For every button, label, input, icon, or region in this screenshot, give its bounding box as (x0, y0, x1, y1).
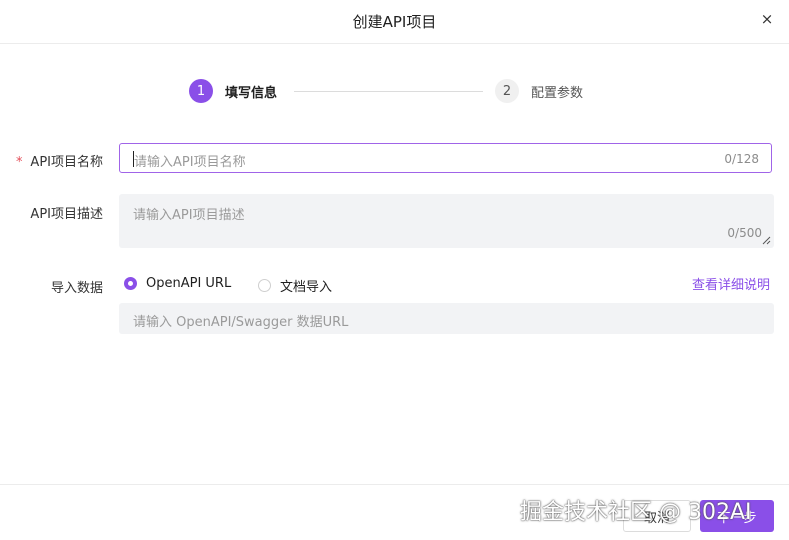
description-label: API项目描述 (30, 207, 103, 222)
radio-checked-icon (124, 277, 137, 290)
step-label: 填写信息 (225, 85, 278, 101)
radio-openapi-url[interactable]: OpenAPI URL (124, 276, 231, 291)
openapi-url-input[interactable]: 请输入 OpenAPI/Swagger 数据URL (119, 303, 774, 334)
radio-document-import[interactable]: 文档导入 (258, 276, 332, 295)
name-placeholder: 请输入API项目名称 (134, 155, 246, 170)
radio-label: OpenAPI URL (146, 276, 232, 291)
step-number: 1 (189, 79, 213, 103)
footer-divider (0, 484, 789, 485)
create-api-project-dialog: 创建API项目 × 1 填写信息 2 配置参数 * API项目名称 请输入API… (0, 0, 789, 540)
project-description-textarea[interactable]: 请输入API项目描述 0/500 (119, 194, 774, 248)
view-details-link[interactable]: 查看详细说明 (692, 274, 770, 293)
cancel-button[interactable]: 取消 (623, 500, 691, 532)
step-connector (294, 91, 483, 92)
description-char-counter: 0/500 (727, 226, 762, 240)
import-label: 导入数据 (50, 281, 103, 296)
project-name-input[interactable]: 请输入API项目名称 0/128 (119, 143, 772, 173)
next-step-button[interactable]: 下一步 (700, 500, 774, 532)
step-fill-info: 1 填写信息 (189, 79, 277, 103)
step-label: 配置参数 (531, 85, 584, 101)
name-char-counter: 0/128 (724, 152, 759, 166)
dialog-title: 创建API项目 (352, 13, 437, 31)
step-config-params: 2 配置参数 (495, 79, 583, 103)
dialog-header: 创建API项目 × (0, 0, 789, 44)
step-number: 2 (495, 79, 519, 103)
radio-label: 文档导入 (280, 280, 333, 295)
resize-handle-icon[interactable] (762, 236, 771, 245)
radio-unchecked-icon (258, 279, 271, 292)
close-icon[interactable]: × (759, 10, 775, 30)
name-label: API项目名称 (30, 155, 103, 170)
description-placeholder: 请输入API项目描述 (133, 208, 245, 223)
url-placeholder: 请输入 OpenAPI/Swagger 数据URL (133, 315, 349, 330)
